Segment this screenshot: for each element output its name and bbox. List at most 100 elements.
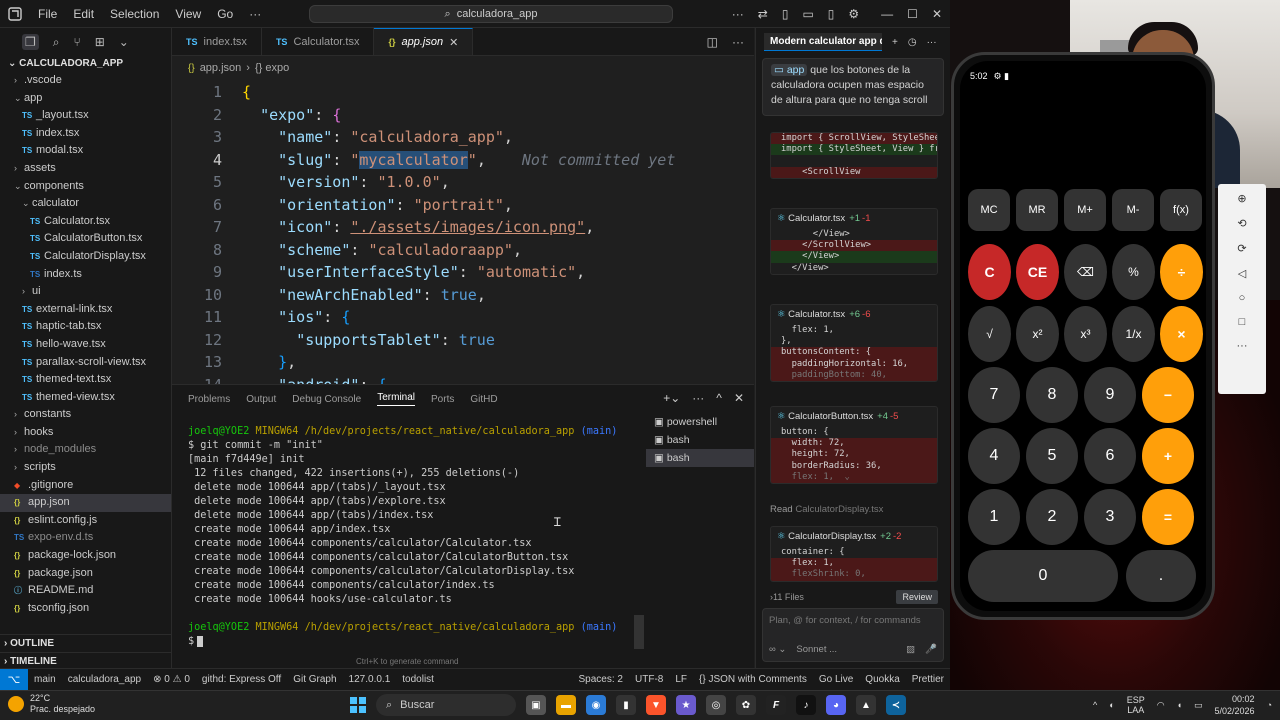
calc-key[interactable]: C <box>968 244 1011 300</box>
file-item[interactable]: ⓘ README.md <box>0 582 171 600</box>
more-actions-icon[interactable]: ··· <box>732 35 744 49</box>
folder-assets[interactable]: › assets <box>0 160 171 178</box>
calc-key[interactable]: MR <box>1016 189 1058 231</box>
file-item[interactable]: TS index.ts <box>0 266 171 284</box>
split-editor-icon[interactable]: ◫ <box>707 35 718 49</box>
notification-bell-icon[interactable]: ◔ <box>1267 700 1272 710</box>
calc-key[interactable]: + <box>1142 428 1194 484</box>
command-center-search[interactable]: ⌕ calculadora_app <box>309 5 673 23</box>
app-icon[interactable]: ▲ <box>856 695 876 715</box>
calc-key[interactable]: 6 <box>1084 428 1136 484</box>
status-item[interactable]: githd: Express Off <box>196 674 287 685</box>
tab-ports[interactable]: Ports <box>431 394 454 405</box>
calc-key[interactable]: = <box>1142 489 1194 545</box>
calc-key[interactable]: 7 <box>968 367 1020 423</box>
terminal-item-powershell[interactable]: ▣ powershell <box>646 413 754 431</box>
diff-card-header[interactable]: ⚛ Calculator.tsx +6 -6 <box>771 305 937 325</box>
calc-key[interactable]: 4 <box>968 428 1020 484</box>
status-item[interactable]: 127.0.0.1 <box>343 674 397 685</box>
calc-key[interactable]: x² <box>1016 306 1059 362</box>
github-icon[interactable]: ◎ <box>706 695 726 715</box>
calc-key[interactable]: 1 <box>968 489 1020 545</box>
file-item[interactable]: TS CalculatorDisplay.tsx <box>0 248 171 266</box>
folder--vscode[interactable]: › .vscode <box>0 72 171 90</box>
folder-components[interactable]: ⌄ components <box>0 178 171 196</box>
tiktok-icon[interactable]: ♪ <box>796 695 816 715</box>
calc-key[interactable]: √ <box>968 306 1011 362</box>
user-prompt-bubble[interactable]: ▭ app que los botones de la calculadora … <box>762 58 944 116</box>
status-item[interactable]: Go Live <box>813 674 859 685</box>
infinity-mode-icon[interactable]: ∞ ⌄ <box>769 644 786 655</box>
chevron-down-icon[interactable]: ⌄ <box>119 35 129 49</box>
maximize-panel-icon[interactable]: ^ <box>716 391 722 405</box>
calc-key[interactable]: M- <box>1112 189 1154 231</box>
rotate-left-icon[interactable]: ⟲ <box>1237 217 1246 230</box>
more-icon[interactable]: ··· <box>927 37 937 48</box>
weather-widget[interactable]: 22°C Prac. despejado <box>8 693 95 715</box>
diff-card[interactable]: ⚛ CalculatorButton.tsx +4 -5 button: { widt… <box>770 406 938 484</box>
brave-icon[interactable]: ▼ <box>646 695 666 715</box>
menu-edit[interactable]: Edit <box>65 7 102 21</box>
calc-key[interactable]: 5 <box>1026 428 1078 484</box>
folder-scripts[interactable]: › scripts <box>0 459 171 477</box>
overview-icon[interactable]: □ <box>1239 316 1246 328</box>
tab-githd[interactable]: GitHD <box>470 394 497 405</box>
diff-card-header[interactable]: ⚛ CalculatorButton.tsx +4 -5 <box>771 407 937 427</box>
chat-title[interactable]: Modern calculator app de <box>764 33 882 51</box>
file-item[interactable]: {} package.json <box>0 565 171 583</box>
calc-key[interactable]: x³ <box>1064 306 1107 362</box>
menu-go[interactable]: Go <box>209 7 241 21</box>
file-item[interactable]: TS modal.tsx <box>0 142 171 160</box>
status-item[interactable]: Git Graph <box>287 674 342 685</box>
remote-indicator-icon[interactable]: ⌥ <box>0 668 28 691</box>
calc-key[interactable]: ⌫ <box>1064 244 1107 300</box>
status-item[interactable]: UTF-8 <box>629 674 669 685</box>
microphone-icon[interactable]: 🎤 <box>925 644 937 655</box>
close-panel-icon[interactable]: ✕ <box>734 391 744 405</box>
toggle-sidebar-icon[interactable]: ▯ <box>782 7 789 21</box>
folder-ui[interactable]: › ui <box>0 283 171 301</box>
tray-app-icon[interactable]: ◐ <box>1109 700 1114 710</box>
menu-more[interactable]: ··· <box>241 7 269 21</box>
calc-key[interactable]: % <box>1112 244 1155 300</box>
folder-node-modules[interactable]: › node_modules <box>0 441 171 459</box>
calc-key[interactable]: CE <box>1016 244 1059 300</box>
task-view-icon[interactable]: ▣ <box>526 695 546 715</box>
close-icon[interactable]: ✕ <box>932 7 942 21</box>
app-icon[interactable]: ★ <box>676 695 696 715</box>
folder-constants[interactable]: › constants <box>0 406 171 424</box>
calc-key[interactable]: 0 <box>968 550 1118 602</box>
diff-card-header[interactable]: ⚛ CalculatorDisplay.tsx +2 -2 <box>771 527 937 547</box>
settings-gear-icon[interactable]: ⚙ <box>848 7 859 21</box>
diff-card[interactable]: ⚛ Calculator.tsx +6 -6 flex: 1,}, buttonsCo… <box>770 304 938 382</box>
file-item[interactable]: TS CalculatorButton.tsx <box>0 230 171 248</box>
back-icon[interactable]: ◁ <box>1238 267 1246 280</box>
tab-index-tsx[interactable]: TS index.tsx <box>172 28 262 55</box>
tab-app-json[interactable]: {} app.json ✕ <box>374 28 474 55</box>
source-control-icon[interactable]: ⑂ <box>74 35 81 49</box>
tab-terminal[interactable]: Terminal <box>377 392 416 406</box>
calc-key[interactable]: 2 <box>1026 489 1078 545</box>
calc-key[interactable]: . <box>1126 550 1196 602</box>
terminal-app-icon[interactable]: ▮ <box>616 695 636 715</box>
calc-key[interactable]: f(x) <box>1160 189 1202 231</box>
more-icon[interactable]: ··· <box>1237 340 1248 352</box>
file-item[interactable]: ◆ .gitignore <box>0 477 171 495</box>
new-terminal-plus-icon[interactable]: +⌄ <box>663 391 680 405</box>
tab-output[interactable]: Output <box>246 394 276 405</box>
status-item[interactable]: LF <box>669 674 693 685</box>
file-item[interactable]: TS expo-env.d.ts <box>0 529 171 547</box>
calc-key[interactable]: ÷ <box>1160 244 1203 300</box>
clock[interactable]: 00:02 5/02/2026 <box>1215 693 1255 717</box>
file-item[interactable]: TS hello-wave.tsx <box>0 336 171 354</box>
status-item[interactable]: todolist <box>396 674 440 685</box>
calc-key[interactable]: M+ <box>1064 189 1106 231</box>
calc-key[interactable]: × <box>1160 306 1203 362</box>
history-icon[interactable]: ◷ <box>908 37 917 48</box>
code-editor[interactable]: 1{ 2 "expo": { 3 "name": "calculadora_ap… <box>172 80 754 384</box>
compare-icon[interactable]: ⇄ <box>758 7 768 21</box>
tab-debug-console[interactable]: Debug Console <box>292 394 361 405</box>
terminal-item-bash-active[interactable]: ▣ bash <box>646 449 754 467</box>
file-item[interactable]: {} eslint.config.js <box>0 512 171 530</box>
tab-problems[interactable]: Problems <box>188 394 230 405</box>
